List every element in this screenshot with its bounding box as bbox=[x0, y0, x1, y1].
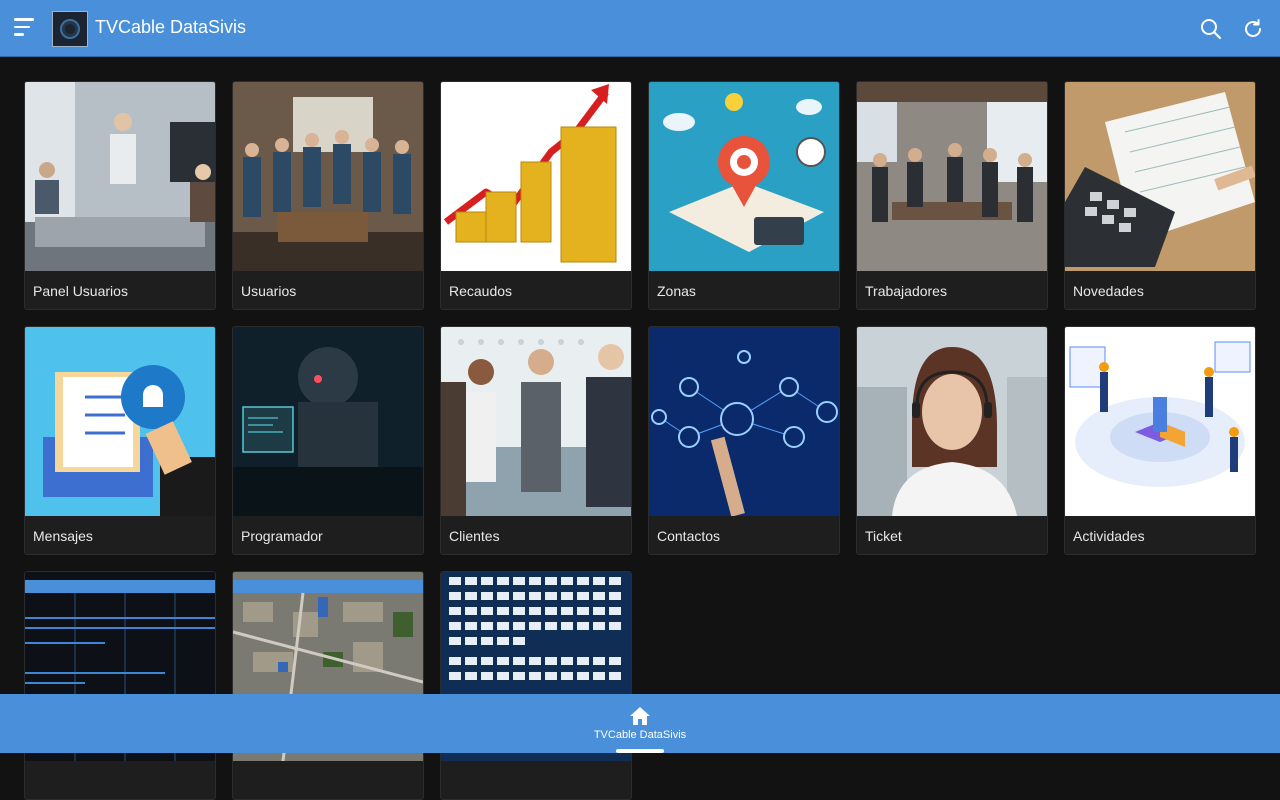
card-label: Ticket bbox=[865, 528, 902, 544]
card-recaudos[interactable]: Recaudos bbox=[440, 81, 632, 310]
card-label: Zonas bbox=[657, 283, 696, 299]
card-trabajadores[interactable]: Trabajadores bbox=[856, 81, 1048, 310]
coins-chart-icon bbox=[441, 82, 631, 271]
home-tab[interactable]: TVCable DataSivis bbox=[560, 694, 720, 753]
card-contactos[interactable]: Contactos bbox=[648, 326, 840, 555]
app-header: TVCable DataSivis bbox=[0, 0, 1280, 57]
refresh-icon[interactable] bbox=[1241, 17, 1265, 41]
home-tab-label: TVCable DataSivis bbox=[593, 729, 687, 741]
handshake-photo-icon bbox=[441, 327, 631, 516]
card-programador[interactable]: Programador bbox=[232, 326, 424, 555]
card-label: Novedades bbox=[1073, 283, 1144, 299]
card-label: Trabajadores bbox=[865, 283, 947, 299]
card-zonas[interactable]: Zonas bbox=[648, 81, 840, 310]
app-logo bbox=[52, 11, 88, 47]
card-label: Actividades bbox=[1073, 528, 1145, 544]
card-satellite-map[interactable] bbox=[232, 571, 424, 800]
support-agent-icon bbox=[857, 327, 1047, 516]
card-label: Panel Usuarios bbox=[33, 283, 128, 299]
card-actividades[interactable]: Actividades bbox=[1064, 326, 1256, 555]
calculator-notes-icon bbox=[1065, 82, 1255, 271]
isometric-dashboard-icon bbox=[1065, 327, 1255, 516]
card-label: Programador bbox=[241, 528, 323, 544]
card-label: Clientes bbox=[449, 528, 500, 544]
home-icon bbox=[630, 707, 650, 725]
meeting-photo-icon bbox=[25, 82, 215, 271]
card-label: Contactos bbox=[657, 528, 721, 544]
geo-location-map-icon bbox=[649, 82, 839, 271]
active-tab-indicator bbox=[616, 749, 664, 753]
card-channel-grid[interactable] bbox=[440, 571, 632, 800]
notification-envelope-icon bbox=[25, 327, 215, 516]
bottom-navigation: TVCable DataSivis bbox=[0, 694, 1280, 753]
search-icon[interactable] bbox=[1199, 17, 1223, 41]
group-photo-icon bbox=[233, 82, 423, 271]
office-workers-photo-icon bbox=[857, 82, 1047, 271]
robot-programmer-icon bbox=[233, 327, 423, 516]
card-panel-usuarios[interactable]: Panel Usuarios bbox=[24, 81, 216, 310]
network-contacts-icon bbox=[649, 327, 839, 516]
card-ticket[interactable]: Ticket bbox=[856, 326, 1048, 555]
card-label: Recaudos bbox=[449, 283, 513, 299]
menu-button[interactable] bbox=[14, 18, 38, 40]
card-usuarios[interactable]: Usuarios bbox=[232, 81, 424, 310]
card-label: Usuarios bbox=[241, 283, 297, 299]
card-label: Mensajes bbox=[33, 528, 93, 544]
app-title: TVCable DataSivis bbox=[95, 17, 247, 37]
card-novedades[interactable]: Novedades bbox=[1064, 81, 1256, 310]
card-clientes[interactable]: Clientes bbox=[440, 326, 632, 555]
card-mensajes[interactable]: Mensajes bbox=[24, 326, 216, 555]
card-data-table[interactable] bbox=[24, 571, 216, 800]
